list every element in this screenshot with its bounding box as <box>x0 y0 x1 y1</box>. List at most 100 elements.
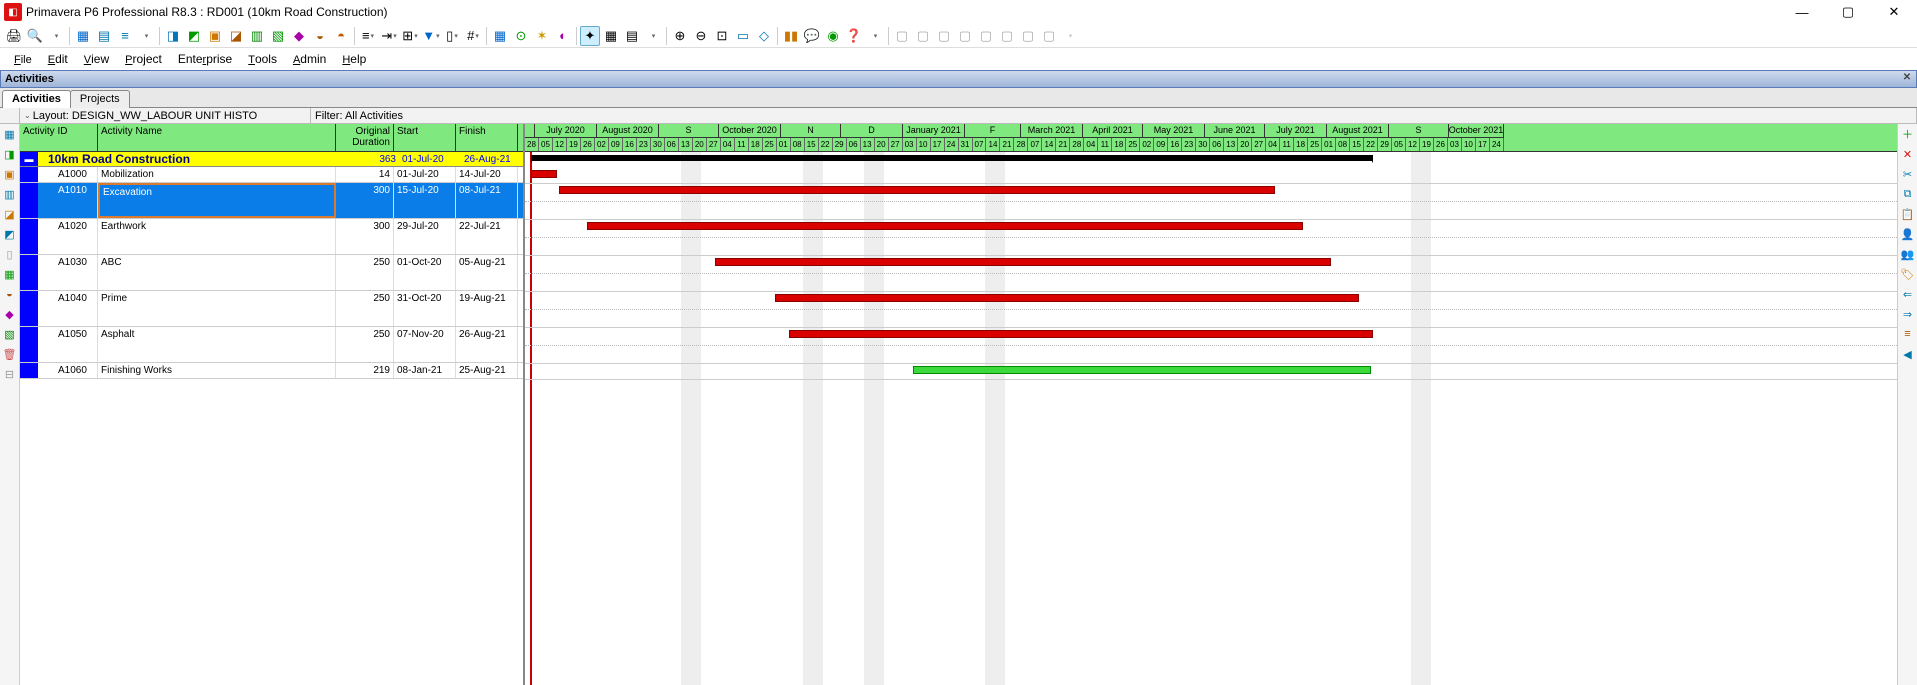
panel-close-icon[interactable]: ✕ <box>1900 72 1914 86</box>
delete-icon[interactable]: ✕ <box>1900 146 1916 162</box>
pred-icon[interactable]: ⇐ <box>1900 286 1916 302</box>
dim7-icon[interactable]: ▢ <box>1018 26 1038 46</box>
layout-dropdown[interactable]: ⌄ Layout: DESIGN_WW_LABOUR UNIT HISTO <box>20 108 311 123</box>
help-drop-icon[interactable] <box>865 26 885 46</box>
activity-row[interactable]: A1010Excavation30015-Jul-2008-Jul-21 <box>20 183 523 219</box>
print-icon[interactable]: 🖨 <box>4 26 24 46</box>
col-duration[interactable]: Original Duration <box>336 124 394 151</box>
activity-row[interactable]: A1040Prime25031-Oct-2019-Aug-21 <box>20 291 523 327</box>
menu-edit[interactable]: Edit <box>40 50 76 68</box>
maximize-button[interactable]: ▢ <box>1825 0 1871 24</box>
align-icon[interactable]: ≡ <box>358 26 378 46</box>
indent-icon[interactable]: ⇥ <box>379 26 399 46</box>
gantt-bar[interactable] <box>913 366 1371 374</box>
gantt-body[interactable] <box>525 152 1897 685</box>
nav-report-icon[interactable]: ▧ <box>2 326 18 342</box>
gantt-bar[interactable] <box>587 222 1303 230</box>
wbs-row[interactable]: ▬ 10km Road Construction 363 01-Jul-20 2… <box>20 152 523 167</box>
report-icon[interactable]: ▥ <box>247 26 267 46</box>
close-button[interactable]: ✕ <box>1871 0 1917 24</box>
layout-drop-icon[interactable] <box>136 26 156 46</box>
filter-icon[interactable]: ▼ <box>421 26 441 46</box>
copy-icon[interactable]: ⧉ <box>1900 186 1916 202</box>
expand-icon[interactable]: ◇ <box>754 26 774 46</box>
bars-icon[interactable]: ▮▮ <box>781 26 801 46</box>
layout-icon[interactable]: ▦ <box>73 26 93 46</box>
risk-icon[interactable]: ◆ <box>289 26 309 46</box>
nav-trash-icon[interactable]: 🗑 <box>2 346 18 362</box>
nav-resources-icon[interactable]: ◪ <box>2 206 18 222</box>
minimize-button[interactable]: — <box>1779 0 1825 24</box>
gantt-bar[interactable] <box>775 294 1359 302</box>
nav-eps-icon[interactable]: ▥ <box>2 186 18 202</box>
nav-activities-icon[interactable]: ▣ <box>2 166 18 182</box>
nav-doc-icon[interactable]: ▯ <box>2 246 18 262</box>
gantt-bar[interactable] <box>789 330 1373 338</box>
nav-wbs-icon[interactable]: ◨ <box>2 146 18 162</box>
trace-logic-icon[interactable]: ≡ <box>115 26 135 46</box>
wbs-icon[interactable]: ◩ <box>184 26 204 46</box>
activity-row[interactable]: A1030ABC25001-Oct-2005-Aug-21 <box>20 255 523 291</box>
menu-help[interactable]: Help <box>334 50 374 68</box>
nav-exp-icon[interactable]: ▦ <box>2 266 18 282</box>
dim6-icon[interactable]: ▢ <box>997 26 1017 46</box>
menu-project[interactable]: Project <box>117 50 170 68</box>
cut-icon[interactable]: ✂ <box>1900 166 1916 182</box>
add-icon[interactable]: ＋ <box>1900 126 1916 142</box>
zoom-fit-icon[interactable]: ⊡ <box>712 26 732 46</box>
menu-file[interactable]: File <box>6 50 40 68</box>
print-preview-icon[interactable]: 🔍 <box>25 26 45 46</box>
col-activity-name[interactable]: Activity Name <box>98 124 336 151</box>
summarize-icon[interactable]: ▤ <box>622 26 642 46</box>
wbs-collapse-icon[interactable]: ▬ <box>20 152 38 166</box>
gantt-bar[interactable] <box>559 186 1275 194</box>
menu-admin[interactable]: Admin <box>285 50 334 68</box>
eps-icon[interactable]: ◨ <box>163 26 183 46</box>
apply-actuals-icon[interactable]: ✶ <box>532 26 552 46</box>
tracking-icon[interactable]: ▧ <box>268 26 288 46</box>
issue-icon[interactable]: ◒ <box>310 26 330 46</box>
zoom-in-icon[interactable]: ⊕ <box>670 26 690 46</box>
group-icon[interactable]: ⊞ <box>400 26 420 46</box>
nav-admin-icon[interactable]: ◒ <box>2 286 18 302</box>
dim2-icon[interactable]: ▢ <box>913 26 933 46</box>
back-icon[interactable]: ◀ <box>1900 346 1916 362</box>
activity-row[interactable]: A1050Asphalt25007-Nov-2026-Aug-21 <box>20 327 523 363</box>
collapse-icon[interactable]: ▭ <box>733 26 753 46</box>
dim4-icon[interactable]: ▢ <box>955 26 975 46</box>
zoom-out-icon[interactable]: ⊖ <box>691 26 711 46</box>
dim1-icon[interactable]: ▢ <box>892 26 912 46</box>
recalc-icon[interactable] <box>643 26 663 46</box>
col-activity-id[interactable]: Activity ID <box>20 124 98 151</box>
chat-icon[interactable]: 💬 <box>802 26 822 46</box>
step-icon[interactable]: ≡ <box>1900 326 1916 342</box>
tab-projects[interactable]: Projects <box>70 90 130 108</box>
activity-row[interactable]: A1020Earthwork30029-Jul-2022-Jul-21 <box>20 219 523 255</box>
help2-icon[interactable]: ❓ <box>844 26 864 46</box>
resource-btn-icon[interactable]: 👤 <box>1900 226 1916 242</box>
tab-activities[interactable]: Activities <box>2 90 71 108</box>
col-finish[interactable]: Finish <box>456 124 518 151</box>
menu-tools[interactable]: Tools <box>240 50 285 68</box>
activity-icon[interactable]: ▣ <box>205 26 225 46</box>
nav-risk-icon[interactable]: ◆ <box>2 306 18 322</box>
activity-row[interactable]: A1060Finishing Works21908-Jan-2125-Aug-2… <box>20 363 523 379</box>
dim8-icon[interactable]: ▢ <box>1039 26 1059 46</box>
timescale-header[interactable]: July 2020August 2020SOctober 2020NDJanua… <box>525 124 1897 152</box>
dim5-icon[interactable]: ▢ <box>976 26 996 46</box>
nav-projects-icon[interactable]: ▦ <box>2 126 18 142</box>
code-icon[interactable]: 🏷 <box>1900 266 1916 282</box>
print-setup-icon[interactable] <box>46 26 66 46</box>
menu-enterprise[interactable]: Enterprise <box>170 50 240 68</box>
columns-icon[interactable]: ▯ <box>442 26 462 46</box>
resource-icon[interactable]: ◪ <box>226 26 246 46</box>
attach-icon[interactable]: ◉ <box>823 26 843 46</box>
nav-assignments-icon[interactable]: ◩ <box>2 226 18 242</box>
succ-icon[interactable]: ⇒ <box>1900 306 1916 322</box>
menu-view[interactable]: View <box>76 50 117 68</box>
activity-row[interactable]: A1000Mobilization1401-Jul-2014-Jul-20 <box>20 167 523 183</box>
hash-icon[interactable]: # <box>463 26 483 46</box>
store-period-icon[interactable]: ▦ <box>601 26 621 46</box>
gantt-bar[interactable] <box>531 170 557 178</box>
col-start[interactable]: Start <box>394 124 456 151</box>
